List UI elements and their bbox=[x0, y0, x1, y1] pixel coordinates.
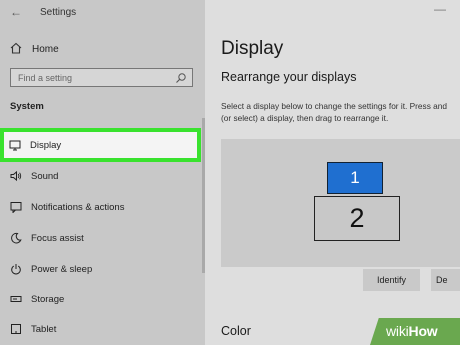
monitor-2[interactable]: 2 bbox=[314, 196, 400, 241]
sidebar-item-label: Display bbox=[30, 139, 62, 151]
tablet-icon bbox=[10, 323, 22, 335]
sidebar-item-storage[interactable]: Storage bbox=[0, 288, 200, 310]
search-icon bbox=[175, 71, 187, 89]
rearrange-description: Select a display below to change the set… bbox=[221, 100, 460, 124]
sidebar-item-notifications[interactable]: Notifications & actions bbox=[0, 196, 200, 218]
home-icon bbox=[10, 42, 24, 57]
home-label: Home bbox=[32, 43, 59, 55]
sidebar-item-label: Tablet bbox=[31, 323, 57, 335]
sidebar-item-focus-assist[interactable]: Focus assist bbox=[0, 227, 200, 249]
home-link[interactable]: Home bbox=[10, 40, 59, 58]
power-icon bbox=[10, 263, 22, 275]
sidebar-item-display[interactable]: Display bbox=[4, 132, 197, 158]
rearrange-heading: Rearrange your displays bbox=[221, 70, 357, 84]
title-bar: ← Settings bbox=[0, 0, 205, 26]
sidebar-item-tablet[interactable]: Tablet bbox=[0, 318, 200, 340]
monitor-icon bbox=[9, 139, 21, 151]
storage-icon bbox=[10, 293, 22, 305]
notifications-icon bbox=[10, 201, 22, 214]
detect-button[interactable]: De bbox=[431, 269, 460, 291]
description-line: Select a display below to change the set… bbox=[221, 101, 447, 111]
watermark-part: wiki bbox=[386, 323, 409, 339]
monitor-1[interactable]: 1 bbox=[327, 162, 383, 194]
color-heading: Color bbox=[221, 324, 251, 338]
search-input[interactable]: Find a setting bbox=[10, 68, 193, 87]
back-arrow-icon[interactable]: ← bbox=[10, 5, 22, 19]
identify-button[interactable]: Identify bbox=[363, 269, 420, 291]
settings-sidebar: ← Settings Home Find a setting System Di… bbox=[0, 0, 205, 345]
sidebar-item-label: Storage bbox=[31, 293, 65, 305]
section-label-system: System bbox=[10, 101, 44, 112]
search-placeholder: Find a setting bbox=[18, 73, 73, 83]
sidebar-item-power-sleep[interactable]: Power & sleep bbox=[0, 258, 200, 280]
sidebar-item-label: Sound bbox=[31, 170, 59, 182]
moon-icon bbox=[10, 232, 22, 244]
wikihow-logo: wikiHow bbox=[386, 323, 438, 339]
minimize-icon[interactable]: — bbox=[434, 2, 446, 16]
page-title: Display bbox=[221, 38, 284, 59]
watermark-part: How bbox=[408, 323, 438, 339]
window-title: Settings bbox=[40, 7, 77, 18]
display-settings-panel: — Display Rearrange your displays Select… bbox=[205, 0, 460, 345]
speaker-icon bbox=[10, 170, 22, 182]
sidebar-item-label: Notifications & actions bbox=[31, 201, 125, 213]
description-line: (or select) a display, then drag to rear… bbox=[221, 113, 389, 123]
sidebar-item-sound[interactable]: Sound bbox=[0, 165, 200, 187]
sidebar-item-label: Focus assist bbox=[31, 232, 84, 244]
display-arrangement-area: 1 2 bbox=[221, 139, 460, 267]
sidebar-item-label: Power & sleep bbox=[31, 263, 93, 275]
